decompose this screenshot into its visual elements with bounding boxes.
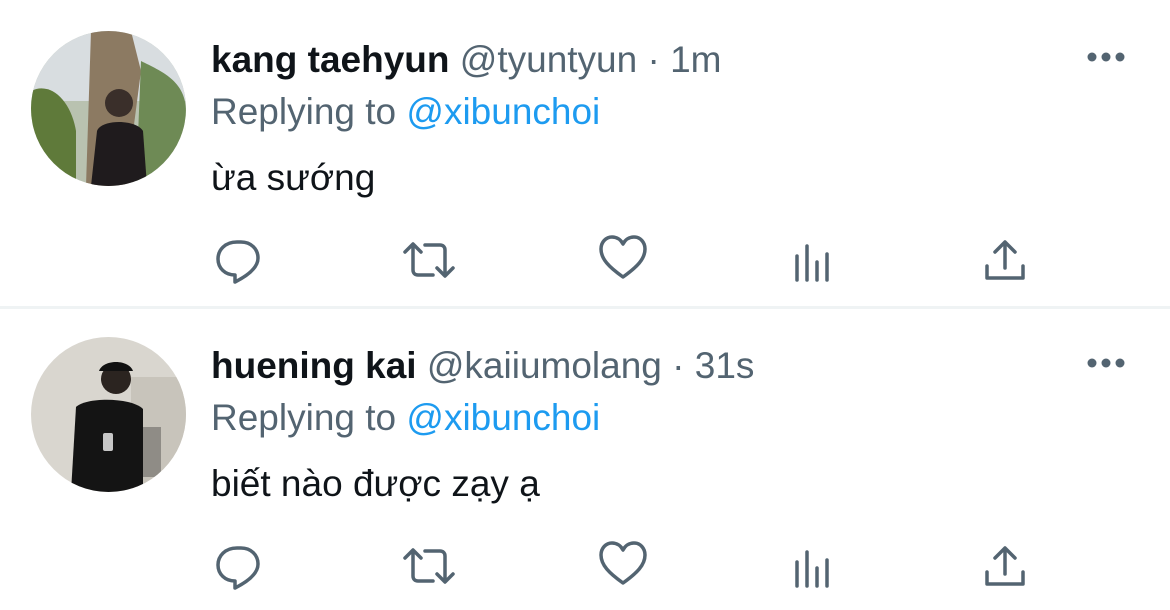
replying-prefix: Replying to bbox=[211, 91, 397, 132]
tweet-actions bbox=[211, 538, 1041, 598]
avatar[interactable] bbox=[31, 31, 186, 186]
retweet-icon[interactable] bbox=[399, 538, 459, 598]
retweet-icon[interactable] bbox=[399, 232, 459, 292]
bar-chart-icon[interactable] bbox=[791, 538, 851, 598]
display-name[interactable]: kang taehyun bbox=[211, 39, 450, 80]
reply-mention-link[interactable]: @xibunchoi bbox=[406, 397, 600, 438]
heart-icon[interactable] bbox=[597, 232, 657, 292]
reply-bubble-icon[interactable] bbox=[211, 232, 271, 292]
replying-prefix: Replying to bbox=[211, 397, 397, 438]
tweet-header: huening kai @kaiiumolang · 31s bbox=[211, 344, 754, 388]
timestamp[interactable]: 1m bbox=[670, 39, 721, 80]
more-horizontal-icon[interactable] bbox=[1084, 348, 1128, 378]
avatar[interactable] bbox=[31, 337, 186, 492]
user-handle[interactable]: @tyuntyun bbox=[460, 39, 637, 80]
bar-chart-icon[interactable] bbox=[791, 232, 851, 292]
heart-icon[interactable] bbox=[597, 538, 657, 598]
tweet-text: biết nào được zạy ạ bbox=[211, 463, 540, 504]
replying-to: Replying to @xibunchoi bbox=[211, 90, 600, 134]
display-name[interactable]: huening kai bbox=[211, 345, 417, 386]
tweet[interactable]: kang taehyun @tyuntyun · 1m Replying to … bbox=[0, 0, 1170, 306]
reply-mention-link[interactable]: @xibunchoi bbox=[406, 91, 600, 132]
reply-bubble-icon[interactable] bbox=[211, 538, 271, 598]
tweet-text: ừa sướng bbox=[211, 157, 376, 198]
user-handle[interactable]: @kaiiumolang bbox=[427, 345, 662, 386]
more-horizontal-icon[interactable] bbox=[1084, 42, 1128, 72]
timestamp[interactable]: 31s bbox=[695, 345, 755, 386]
separator-dot: · bbox=[647, 39, 660, 80]
tweet[interactable]: huening kai @kaiiumolang · 31s Replying … bbox=[0, 306, 1170, 610]
divider bbox=[0, 306, 1170, 309]
replying-to: Replying to @xibunchoi bbox=[211, 396, 600, 440]
tweet-actions bbox=[211, 232, 1041, 292]
share-upload-icon[interactable] bbox=[981, 232, 1041, 292]
tweet-header: kang taehyun @tyuntyun · 1m bbox=[211, 38, 722, 82]
separator-dot: · bbox=[672, 345, 685, 386]
share-upload-icon[interactable] bbox=[981, 538, 1041, 598]
